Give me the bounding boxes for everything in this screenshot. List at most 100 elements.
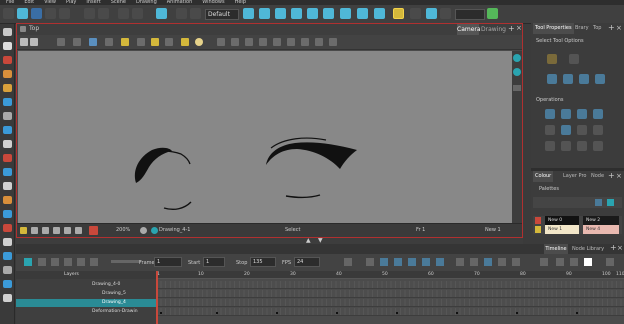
save-icon[interactable] xyxy=(31,8,42,19)
smooth-tool-icon[interactable] xyxy=(3,238,12,246)
bone-tool-icon[interactable] xyxy=(3,224,12,232)
tab-node[interactable]: Node xyxy=(589,171,606,182)
toggle-icon[interactable] xyxy=(584,258,592,266)
tab-tool-properties[interactable]: Tool Properties xyxy=(533,23,574,34)
zoom-out-icon[interactable] xyxy=(287,38,295,46)
light-icon[interactable] xyxy=(20,227,27,234)
grid-toggle-icon[interactable] xyxy=(57,38,65,46)
deform-icon[interactable] xyxy=(307,8,318,19)
tab-timeline[interactable]: Timeline xyxy=(544,244,568,254)
paste-icon[interactable] xyxy=(156,8,167,19)
redo-icon[interactable] xyxy=(98,8,109,19)
rotate-minus-90-icon[interactable] xyxy=(593,109,603,119)
keyframe-marker[interactable] xyxy=(456,312,458,314)
rotate-ccw-icon[interactable] xyxy=(259,38,267,46)
paint-tool-icon[interactable] xyxy=(3,140,12,148)
render-preview-icon[interactable] xyxy=(89,226,98,235)
flip-horizontal-icon[interactable] xyxy=(545,109,555,119)
settings-icon[interactable] xyxy=(30,38,38,46)
tab-node-library[interactable]: Node Library xyxy=(571,244,605,254)
select-tool-icon[interactable] xyxy=(3,28,12,36)
play-icon[interactable] xyxy=(24,258,32,266)
shortcut-icon[interactable] xyxy=(487,8,498,19)
magnifier-tool-icon[interactable] xyxy=(3,196,12,204)
swatch-new-2[interactable]: New 2 xyxy=(583,216,619,225)
morph-tool-icon[interactable] xyxy=(3,280,12,288)
add-colour-panel-icon[interactable]: + xyxy=(608,171,615,180)
arrange-icon[interactable] xyxy=(545,141,555,151)
ease-icon[interactable] xyxy=(436,258,444,266)
rotate-90-icon[interactable] xyxy=(577,109,587,119)
ellipse-tool-icon[interactable] xyxy=(3,126,12,134)
envelope-icon[interactable] xyxy=(340,8,351,19)
swatch-new-4[interactable]: New 4 xyxy=(583,225,619,234)
snap-contour-icon[interactable] xyxy=(547,74,557,84)
contour-editor-icon[interactable] xyxy=(3,42,12,50)
frame-row[interactable] xyxy=(156,281,624,289)
mirror-icon[interactable] xyxy=(426,8,437,19)
frame-row[interactable] xyxy=(156,308,624,316)
preview-icon[interactable] xyxy=(190,8,201,19)
mask-icon[interactable] xyxy=(42,227,49,234)
line-tool-icon[interactable] xyxy=(3,112,12,120)
layer-drawing-4-selected[interactable]: Drawing_4 xyxy=(16,299,156,307)
reset-icon[interactable] xyxy=(140,227,147,234)
onion-icon[interactable] xyxy=(456,258,464,266)
stop-field[interactable]: 135 xyxy=(250,257,276,267)
keyframe-marker[interactable] xyxy=(336,312,338,314)
zoom-select[interactable] xyxy=(455,9,485,20)
motion-keyframe-icon[interactable] xyxy=(408,258,416,266)
dropper-tool-icon[interactable] xyxy=(3,168,12,176)
workspace-select[interactable]: Default xyxy=(205,9,239,20)
ink-tool-icon[interactable] xyxy=(3,154,12,162)
eraser-tool-icon[interactable] xyxy=(3,84,12,92)
brush-tool-icon[interactable] xyxy=(3,56,12,64)
overlay-icon[interactable] xyxy=(513,68,521,76)
tab-layer-properties[interactable]: Layer Pro xyxy=(561,171,588,182)
remove-keyframe-icon[interactable] xyxy=(394,258,402,266)
motion-icon[interactable] xyxy=(374,8,385,19)
cut-icon[interactable] xyxy=(118,8,129,19)
snap-grid-icon[interactable] xyxy=(579,74,589,84)
frame-field[interactable]: 1 xyxy=(154,257,182,267)
lasso-icon[interactable] xyxy=(547,54,557,64)
layer-drawing-4-0[interactable]: Drawing_4-0 xyxy=(16,281,156,289)
spline-tool-icon[interactable] xyxy=(3,294,12,302)
frame-grid[interactable]: 1 10 20 30 40 50 60 70 80 90 100 110 xyxy=(156,271,624,324)
copy-icon[interactable] xyxy=(132,8,143,19)
enhance-icon[interactable] xyxy=(181,38,189,46)
hold-icon[interactable] xyxy=(512,258,520,266)
close-view-icon[interactable]: × xyxy=(516,24,522,32)
expand-icon[interactable] xyxy=(513,85,521,91)
onion-skin-icon[interactable] xyxy=(73,38,81,46)
lock-icon[interactable] xyxy=(20,38,28,46)
reshape-tool-icon[interactable] xyxy=(3,266,12,274)
curve-icon[interactable] xyxy=(291,8,302,19)
swatch-new-0[interactable]: New 0 xyxy=(545,216,579,225)
zoom-level[interactable]: 200% xyxy=(116,227,130,233)
camera-icon[interactable] xyxy=(513,54,521,62)
import-icon[interactable] xyxy=(45,8,56,19)
new-scene-icon[interactable] xyxy=(3,8,14,19)
keyframe-marker[interactable] xyxy=(576,312,578,314)
first-frame-icon[interactable] xyxy=(38,258,46,266)
pan-icon[interactable] xyxy=(329,38,337,46)
preview-icon-2[interactable] xyxy=(137,38,145,46)
zoom-in-icon[interactable] xyxy=(273,38,281,46)
ungroup-icon[interactable] xyxy=(577,141,587,151)
frame-row[interactable] xyxy=(156,299,624,307)
prev-key-icon[interactable] xyxy=(556,258,564,266)
grid-icon[interactable] xyxy=(410,8,421,19)
selected-tool-icon[interactable] xyxy=(393,8,404,19)
group-icon[interactable] xyxy=(561,141,571,151)
undo-icon[interactable] xyxy=(84,8,95,19)
start-field[interactable]: 1 xyxy=(203,257,225,267)
blank-cell-icon[interactable] xyxy=(498,258,506,266)
camera-view-icon[interactable] xyxy=(75,227,82,234)
convert-icon[interactable] xyxy=(593,141,603,151)
extend-icon[interactable] xyxy=(470,258,478,266)
safe-area-icon[interactable] xyxy=(31,227,38,234)
last-frame-icon[interactable] xyxy=(77,258,85,266)
pencil-icon[interactable] xyxy=(151,38,159,46)
add-layer-icon[interactable] xyxy=(366,258,374,266)
